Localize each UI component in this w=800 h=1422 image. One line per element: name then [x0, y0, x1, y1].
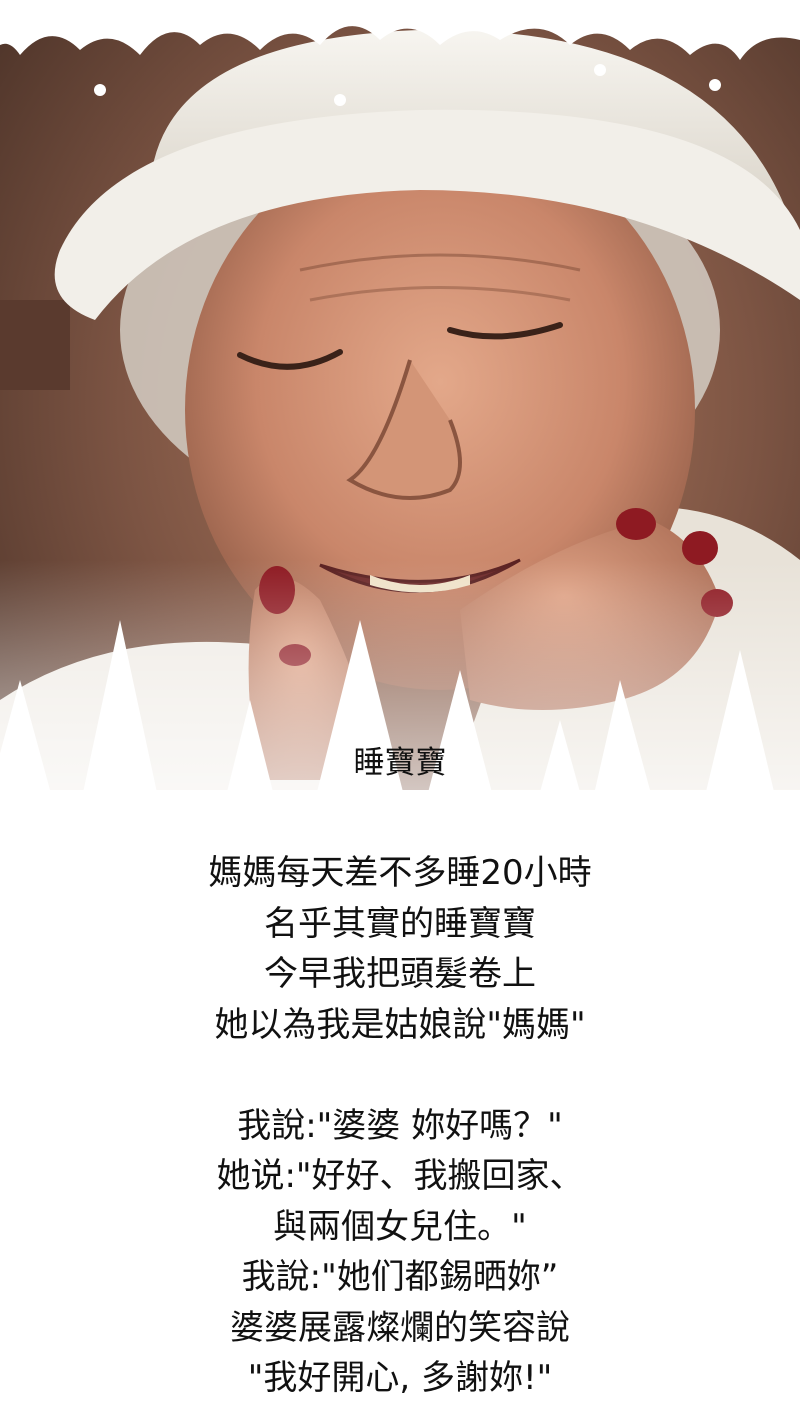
poem-line: 媽媽每天差不多睡20小時: [208, 853, 592, 893]
poem-line: 我說:"婆婆 妳好嗎？": [237, 1105, 563, 1146]
poem-title: 睡寶寶: [353, 745, 447, 781]
greeting-card: 睡寶寶 媽媽每天差不多睡20小時 名乎其實的睡寶寶 今早我把頭髮卷上 她以為我是…: [0, 0, 800, 1422]
poem-line: "我好開心, 多謝妳!": [247, 1358, 553, 1398]
wall-detail: [0, 300, 70, 390]
nail: [616, 508, 656, 540]
poem-line: 她说:"好好、我搬回家、: [216, 1156, 584, 1196]
stanza-gap: [0, 1050, 800, 1101]
nail: [682, 531, 718, 565]
poem-body: 媽媽每天差不多睡20小時 名乎其實的睡寶寶 今早我把頭髮卷上 她以為我是姑娘說"…: [0, 848, 800, 1404]
poem-line: 與兩個女兒住。": [273, 1206, 527, 1247]
poem-line: 婆婆展露燦爛的笑容說: [230, 1307, 570, 1348]
poem-line: 今早我把頭髮卷上: [264, 954, 536, 994]
poem-line: 她以為我是姑娘說"媽媽": [214, 1004, 586, 1045]
poem-line: 名乎其實的睡寶寶: [264, 903, 536, 944]
poem-line: 我說:"她们都錫晒妳”: [241, 1257, 559, 1297]
